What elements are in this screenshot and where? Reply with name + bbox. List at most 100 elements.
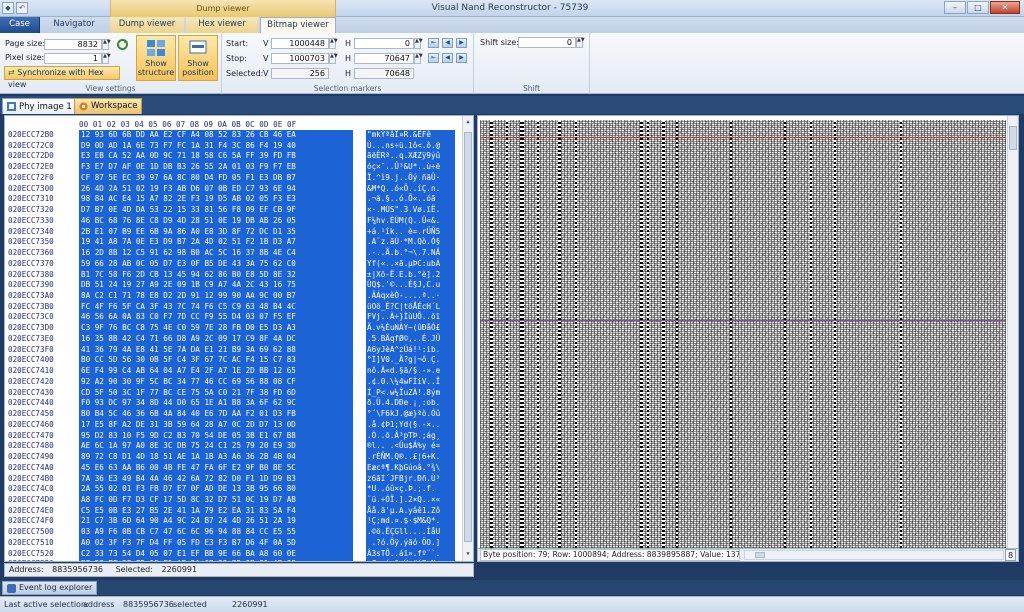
row-hex-bytes[interactable]: 16 2D 8B 12 C5 91 62 98 B0 AC 5C 16 37 8… bbox=[81, 248, 353, 259]
row-hex-bytes[interactable]: 45 E6 63 AA B6 00 4B FE 47 FA 6F E2 9F B… bbox=[81, 463, 353, 474]
row-ascii[interactable]: .å.¢Þ1;Yd(§.-×.. bbox=[367, 420, 455, 431]
row-ascii[interactable]: nô.Ä«d.§ä/§.-».e bbox=[367, 366, 455, 377]
show-structure-button[interactable]: Show structure bbox=[136, 35, 176, 81]
scroll-thumb[interactable] bbox=[464, 132, 472, 542]
row-hex-bytes[interactable]: 95 D2 83 10 F5 9D C2 B3 70 54 DE 05 3B E… bbox=[81, 431, 353, 442]
tab-hex-viewer[interactable]: Hex viewer bbox=[186, 17, 258, 33]
row-ascii[interactable]: .rÈÑM.Q®..£¦6+K. bbox=[367, 452, 455, 463]
row-ascii[interactable]: .ÂÁqxèÒ-....ª..· bbox=[367, 291, 455, 302]
row-hex-bytes[interactable]: C5 E5 0B E3 27 B5 2E 41 1A 79 E2 EA 31 8… bbox=[81, 506, 353, 517]
row-hex-bytes[interactable]: 26 4D 2A 51 02 19 F3 AB D6 07 0B ED C7 9… bbox=[81, 184, 353, 195]
row-ascii[interactable]: ±|Xö-Ë.E.b.°è].2 bbox=[367, 270, 455, 281]
stop-h-spinner[interactable]: ▲▼ bbox=[414, 53, 423, 64]
row-hex-bytes[interactable]: E3 EB CA 52 AA 0D 9C 71 18 58 C6 5A FF 3… bbox=[81, 151, 353, 162]
row-hex-bytes[interactable]: 21 C7 3B 6D 64 90 A4 9C 24 B7 24 4D 26 5… bbox=[81, 516, 353, 527]
row-ascii[interactable]: °´\F6kJ.@æ}ªò.Óû bbox=[367, 409, 455, 420]
row-ascii[interactable]: Â3sTÔ..áï».fº¨`. bbox=[367, 549, 455, 560]
go-next-icon[interactable]: ▶ bbox=[456, 38, 467, 48]
row-ascii[interactable]: .¬ä.§..ó.Õ«..óã bbox=[367, 194, 455, 205]
scroll-thumb[interactable] bbox=[755, 552, 765, 558]
minimize-button[interactable]: – bbox=[944, 1, 966, 14]
row-hex-bytes[interactable]: C2 33 73 54 D4 05 07 E1 EF BB 9E 66 BA A… bbox=[81, 549, 353, 560]
undo-icon[interactable]: ↶ bbox=[16, 2, 28, 14]
sync-hex-button[interactable]: ⇄ Synchronize with Hex view bbox=[4, 66, 120, 89]
row-hex-bytes[interactable]: 8A C2 C1 71 78 E8 D2 2D 91 12 99 90 AA 9… bbox=[81, 291, 353, 302]
row-hex-bytes[interactable]: 46 56 6A 0A 83 C0 F7 7D CC F9 55 D4 03 0… bbox=[81, 312, 353, 323]
row-hex-bytes[interactable]: B0 CC 5D 56 30 0B 5F C4 3F 67 7C AC F4 1… bbox=[81, 355, 353, 366]
row-hex-bytes[interactable]: F3 E7 D7 AF 0E 1D DB B3 26 55 2A 01 03 F… bbox=[81, 162, 353, 173]
row-ascii[interactable]: Ù..­.ns÷ü.1ô<.ô.@ bbox=[367, 141, 455, 152]
row-ascii[interactable]: .A¨z.ãÙ·*M.Qò.Ó§ bbox=[367, 237, 455, 248]
row-ascii[interactable]: ãëÊRª..q.XÆZÿ9ýû bbox=[367, 151, 455, 162]
row-hex-bytes[interactable]: A0 02 3F F3 7F D4 FF 05 FD E3 F3 B7 D6 4… bbox=[81, 538, 353, 549]
row-ascii[interactable]: ×·.MÚS".3.Vø.ïË. bbox=[367, 205, 455, 216]
row-hex-bytes[interactable]: 98 84 AC E4 15 A7 82 2E F3 19 D5 AB 02 0… bbox=[81, 194, 353, 205]
row-ascii[interactable]: +á.¹îk.. è=.rÜÑ5 bbox=[367, 227, 455, 238]
row-ascii[interactable]: ð.Ü.4.DÐe.¡¸:ob. bbox=[367, 398, 455, 409]
row-hex-bytes[interactable]: AE 6C 1A 97 A0 8E 3C DB 75 24 C1 25 79 2… bbox=[81, 441, 353, 452]
row-hex-bytes[interactable]: 41 36 79 4A E8 41 5E 7A DA E1 21 B9 3A 6… bbox=[81, 345, 353, 356]
tab-workspace[interactable]: Workspace bbox=[74, 98, 143, 114]
row-ascii[interactable]: Yf(«..×ã.µÞC:ubÀ bbox=[367, 259, 455, 270]
row-ascii[interactable]: .¢.0.\¼4wFÌiV..Ï bbox=[367, 377, 455, 388]
row-hex-bytes[interactable]: 46 BC 68 76 8E C8 D9 4D 28 51 0E 19 DB A… bbox=[81, 216, 353, 227]
start-v-field[interactable]: 1000448 bbox=[271, 38, 329, 49]
row-ascii[interactable]: &M*Q..ó«Ö..íÇ.n. bbox=[367, 184, 455, 195]
stop-h-field[interactable]: 70647 bbox=[354, 53, 414, 64]
stop-v-field[interactable]: 1000703 bbox=[271, 53, 329, 64]
row-hex-bytes[interactable]: CD 5F 50 3C 1F 77 BC CE 75 5A C0 21 7F 3… bbox=[81, 388, 353, 399]
go-next-icon[interactable]: ▶ bbox=[456, 53, 467, 63]
row-ascii[interactable]: ¨ü.÷ÓÏ.].2×Q..×« bbox=[367, 495, 455, 506]
row-ascii[interactable]: óç×¯..Û³&U*..ù÷ë bbox=[367, 162, 455, 173]
row-ascii[interactable]: F¼hv.ÈÙM(Q..Û«&. bbox=[367, 216, 455, 227]
row-hex-bytes[interactable]: 17 E5 8F A2 DE 31 3B 59 64 28 A7 0C 2D D… bbox=[81, 420, 353, 431]
maximize-button[interactable]: □ bbox=[967, 1, 989, 14]
show-position-button[interactable]: Show position bbox=[178, 35, 218, 81]
go-prev-icon[interactable]: ◀ bbox=[442, 53, 453, 63]
go-prev-icon[interactable]: ◀ bbox=[442, 38, 453, 48]
row-hex-bytes[interactable]: CF 87 5E EC 39 97 6A 8C 80 D4 FD 05 F1 E… bbox=[81, 173, 353, 184]
pixel-size-spinner[interactable]: ▲▼ bbox=[102, 53, 111, 64]
shift-size-spinner[interactable]: ▲▼ bbox=[576, 37, 585, 48]
row-ascii[interactable]: ÛQ$.'©...É§J,C.u bbox=[367, 280, 455, 291]
row-ascii[interactable]: FVj..À÷}ÌùUÔ..õï bbox=[367, 312, 455, 323]
row-hex-bytes[interactable]: 92 A2 90 30 9F 5C BC 34 77 46 CC 69 56 8… bbox=[81, 377, 353, 388]
row-hex-bytes[interactable]: B1 7C 58 F6 2D CB 13 45 94 62 86 B0 E8 5… bbox=[81, 270, 353, 281]
row-ascii[interactable]: "mkÝªâÏ¤R.&ËFê bbox=[367, 130, 455, 141]
row-hex-bytes[interactable]: 2A 55 02 01 F3 FB D7 E7 0F AD DE 13 3B 9… bbox=[81, 484, 353, 495]
refresh-icon[interactable] bbox=[116, 38, 129, 51]
row-hex-bytes[interactable]: FC 4F F6 5F CA 3F 43 7C 74 F6 C5 C9 63 4… bbox=[81, 302, 353, 313]
scroll-down-icon[interactable]: ▼ bbox=[464, 550, 472, 559]
tab-dump-viewer[interactable]: Dump viewer bbox=[110, 17, 184, 33]
ascii-column[interactable]: "mkÝªâÏ¤R.&ËFê Ù..­.ns÷ü.1ô<.ô.@ ãëÊRª..q.… bbox=[366, 130, 455, 561]
go-first-icon[interactable]: ⇤ bbox=[428, 38, 439, 48]
row-hex-bytes[interactable]: 89 72 C8 D1 4D 18 51 AE 1A 1B A3 A6 36 2… bbox=[81, 452, 353, 463]
row-hex-bytes[interactable]: 7A 36 E3 49 B4 4A 46 42 6A 72 82 D0 F1 1… bbox=[81, 474, 353, 485]
bitmap-canvas[interactable] bbox=[480, 120, 1006, 548]
shift-size-field[interactable]: 0 bbox=[518, 37, 576, 48]
row-ascii[interactable]: .5.BÄqfØ©,..É.JÜ bbox=[367, 334, 455, 345]
pixel-size-field[interactable]: 1 bbox=[44, 53, 102, 64]
row-hex-bytes[interactable]: B0 B4 5C 46 36 6B 4A 84 40 E6 7D AA F2 0… bbox=[81, 409, 353, 420]
tab-case[interactable]: Case bbox=[0, 17, 40, 33]
bitmap-vertical-scrollbar[interactable] bbox=[1007, 116, 1018, 548]
tab-bitmap-viewer[interactable]: Bitmap viewer bbox=[260, 17, 336, 33]
row-hex-bytes[interactable]: 2B E1 07 B9 EE 6B 9A 86 A0 E8 3D 8F 72 D… bbox=[81, 227, 353, 238]
close-button[interactable]: ✕ bbox=[990, 1, 1020, 14]
row-ascii[interactable]: ¿Ø..ý.ñ«Ú.#í7.N. bbox=[367, 559, 455, 561]
hex-vertical-scrollbar[interactable]: ▲ ▼ bbox=[462, 116, 473, 561]
app-menu-icon[interactable]: ◆ bbox=[2, 2, 14, 14]
zoom-value[interactable]: 8 bbox=[1005, 549, 1016, 561]
row-ascii[interactable]: .©ö.ËÇGll....ÌåU bbox=[367, 527, 455, 538]
row-hex-bytes[interactable]: BF D8 7F 2E FD 19 F1 AB DA 07 23 ED 37 9… bbox=[81, 559, 353, 561]
row-ascii[interactable]: .Ò..õ.Â³pTÞ.;ág¸ bbox=[367, 431, 455, 442]
go-first-icon[interactable]: ⇤ bbox=[428, 53, 439, 63]
bitmap-view-panel[interactable]: Byte position: 79; Row: 1000894; Address… bbox=[477, 115, 1019, 562]
row-hex-bytes[interactable]: 03 A9 F6 0B CB C7 47 6C 6C 96 94 88 84 C… bbox=[81, 527, 353, 538]
row-hex-bytes[interactable]: DB 51 24 19 27 A9 2E 09 1B C9 A7 4A 2C 4… bbox=[81, 280, 353, 291]
row-hex-bytes[interactable]: C3 9F 76 BC C8 75 4E C0 59 7E 28 FB D0 E… bbox=[81, 323, 353, 334]
row-ascii[interactable]: z6ãI´JFBjr.Ðñ.Ù³ bbox=[367, 474, 455, 485]
row-hex-bytes[interactable]: 12 93 6D 6B DD AA E2 CF A4 08 52 83 26 C… bbox=[81, 130, 353, 141]
row-ascii[interactable]: *U..óû×ç.­Þ.;.f. bbox=[367, 484, 455, 495]
hex-bytes-column[interactable]: 12 93 6D 6B DD AA E2 CF A4 08 52 83 26 C… bbox=[79, 130, 353, 561]
